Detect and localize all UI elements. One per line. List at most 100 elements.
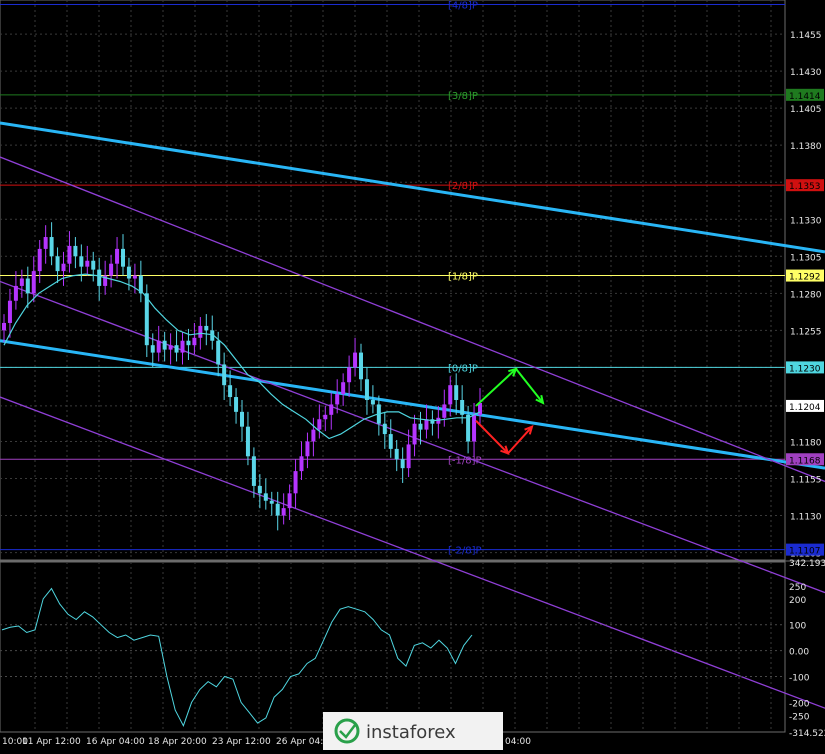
indicator-tick-label: 250 [789,583,806,593]
indicator-frame [0,561,786,733]
candle [222,352,227,400]
candle-body [364,379,369,400]
candle [25,266,30,309]
candle-body [234,397,239,412]
level-label: [3/8]P [448,91,478,102]
candle [454,373,459,415]
candle-body [19,278,24,286]
candle [388,419,393,458]
candle [353,337,358,377]
level-tag-text: 1.1168 [789,456,821,466]
candle-body [49,237,54,257]
time-label: 16 Apr 04:00 [86,737,145,747]
candle-body [424,419,429,430]
candle-body [91,260,96,270]
level-tag-text: 1.1353 [789,182,821,192]
candle-body [394,448,399,460]
candle [61,251,66,286]
candle-body [222,364,227,386]
candle-body [388,434,393,449]
candle [204,314,209,346]
candle [305,432,310,469]
chart-window: [3/8]P [2/8]P [1/8]P [0/8]P [-1/8]P [-2/8]P [4… [0,0,825,750]
candle-body [263,493,268,501]
candle-body [97,269,102,286]
candlesticks [2,222,482,531]
candle-body [460,400,465,415]
candle-body [31,271,36,294]
candle-body [126,266,131,279]
candle-body [7,300,12,323]
candle-body [43,237,48,249]
level-price-tag: 1.1230 [786,361,824,374]
time-label: 04:00 [505,737,531,747]
level-price-tag: 1.1107 [786,543,824,557]
candle-body [305,441,310,457]
level-tag-text: 1.1230 [789,364,821,374]
level-price-tag: 1.1168 [786,453,824,466]
candle [311,417,316,457]
candle [430,410,435,436]
candle-body [293,471,298,494]
indicator-tick-label: -100 [789,673,810,683]
level-tag-text: 1.1292 [789,273,821,283]
candle [424,404,429,439]
price-chart[interactable]: [3/8]P[2/8]P[1/8]P[0/8]P[-1/8]P[-2/8]P[4… [0,0,825,750]
candle [210,315,215,350]
candle-body [269,500,274,504]
candle [67,231,72,273]
trend-line-upper-cyan [0,121,825,254]
candle [329,392,334,430]
price-tick-label: 1.1330 [790,216,822,226]
candle [382,411,387,449]
forecast-arrow [475,367,544,407]
indicator-tick-label: 0.00 [789,648,809,658]
candle-body [168,345,173,350]
candle [13,271,18,310]
candle [299,441,304,480]
level-label: [0/8]P [448,363,478,374]
grid [0,0,825,733]
candle [287,484,292,520]
candle [436,405,441,439]
candle-body [109,263,114,276]
murrey-levels: [3/8]P[2/8]P[1/8]P[0/8]P[-1/8]P[-2/8]P[4… [0,0,785,557]
main-frame [0,0,786,561]
candle-body [275,503,280,516]
candle-body [257,485,262,494]
candle-body [37,248,42,272]
candle-body [400,459,405,469]
candle [257,474,262,509]
candle-body [240,411,244,427]
candle-body [299,456,304,472]
level-label: [1/8]P [448,272,478,283]
candle-body [228,385,233,398]
level-price-tag: 1.1292 [786,269,824,283]
trend-line-lower-cyan [0,339,825,470]
candle-body [466,414,471,442]
candle-body [317,419,322,430]
candle-body [359,352,363,380]
candle-body [162,340,167,350]
level-tag-text: 1.1414 [789,92,821,102]
candle [192,322,197,355]
forecast-arrows [475,367,545,455]
candle [109,254,114,288]
candle [293,459,298,509]
level-label: [2/8]P [448,181,478,192]
indicator-tick-label: -250 [789,712,810,722]
price-tick-label: 1.1405 [790,105,822,115]
time-label: 23 Apr 12:00 [212,737,271,747]
candle [478,388,482,424]
candle-body [347,367,352,383]
candle [37,240,42,283]
candle-body [121,248,125,267]
forecast-arrow [475,420,533,455]
price-tick-label: 1.1130 [790,513,822,523]
candle [168,333,173,365]
candle [323,405,328,432]
candle [275,491,280,531]
candle-body [132,275,137,279]
logo-text: instaforex [366,722,456,743]
candle-body [448,385,453,405]
